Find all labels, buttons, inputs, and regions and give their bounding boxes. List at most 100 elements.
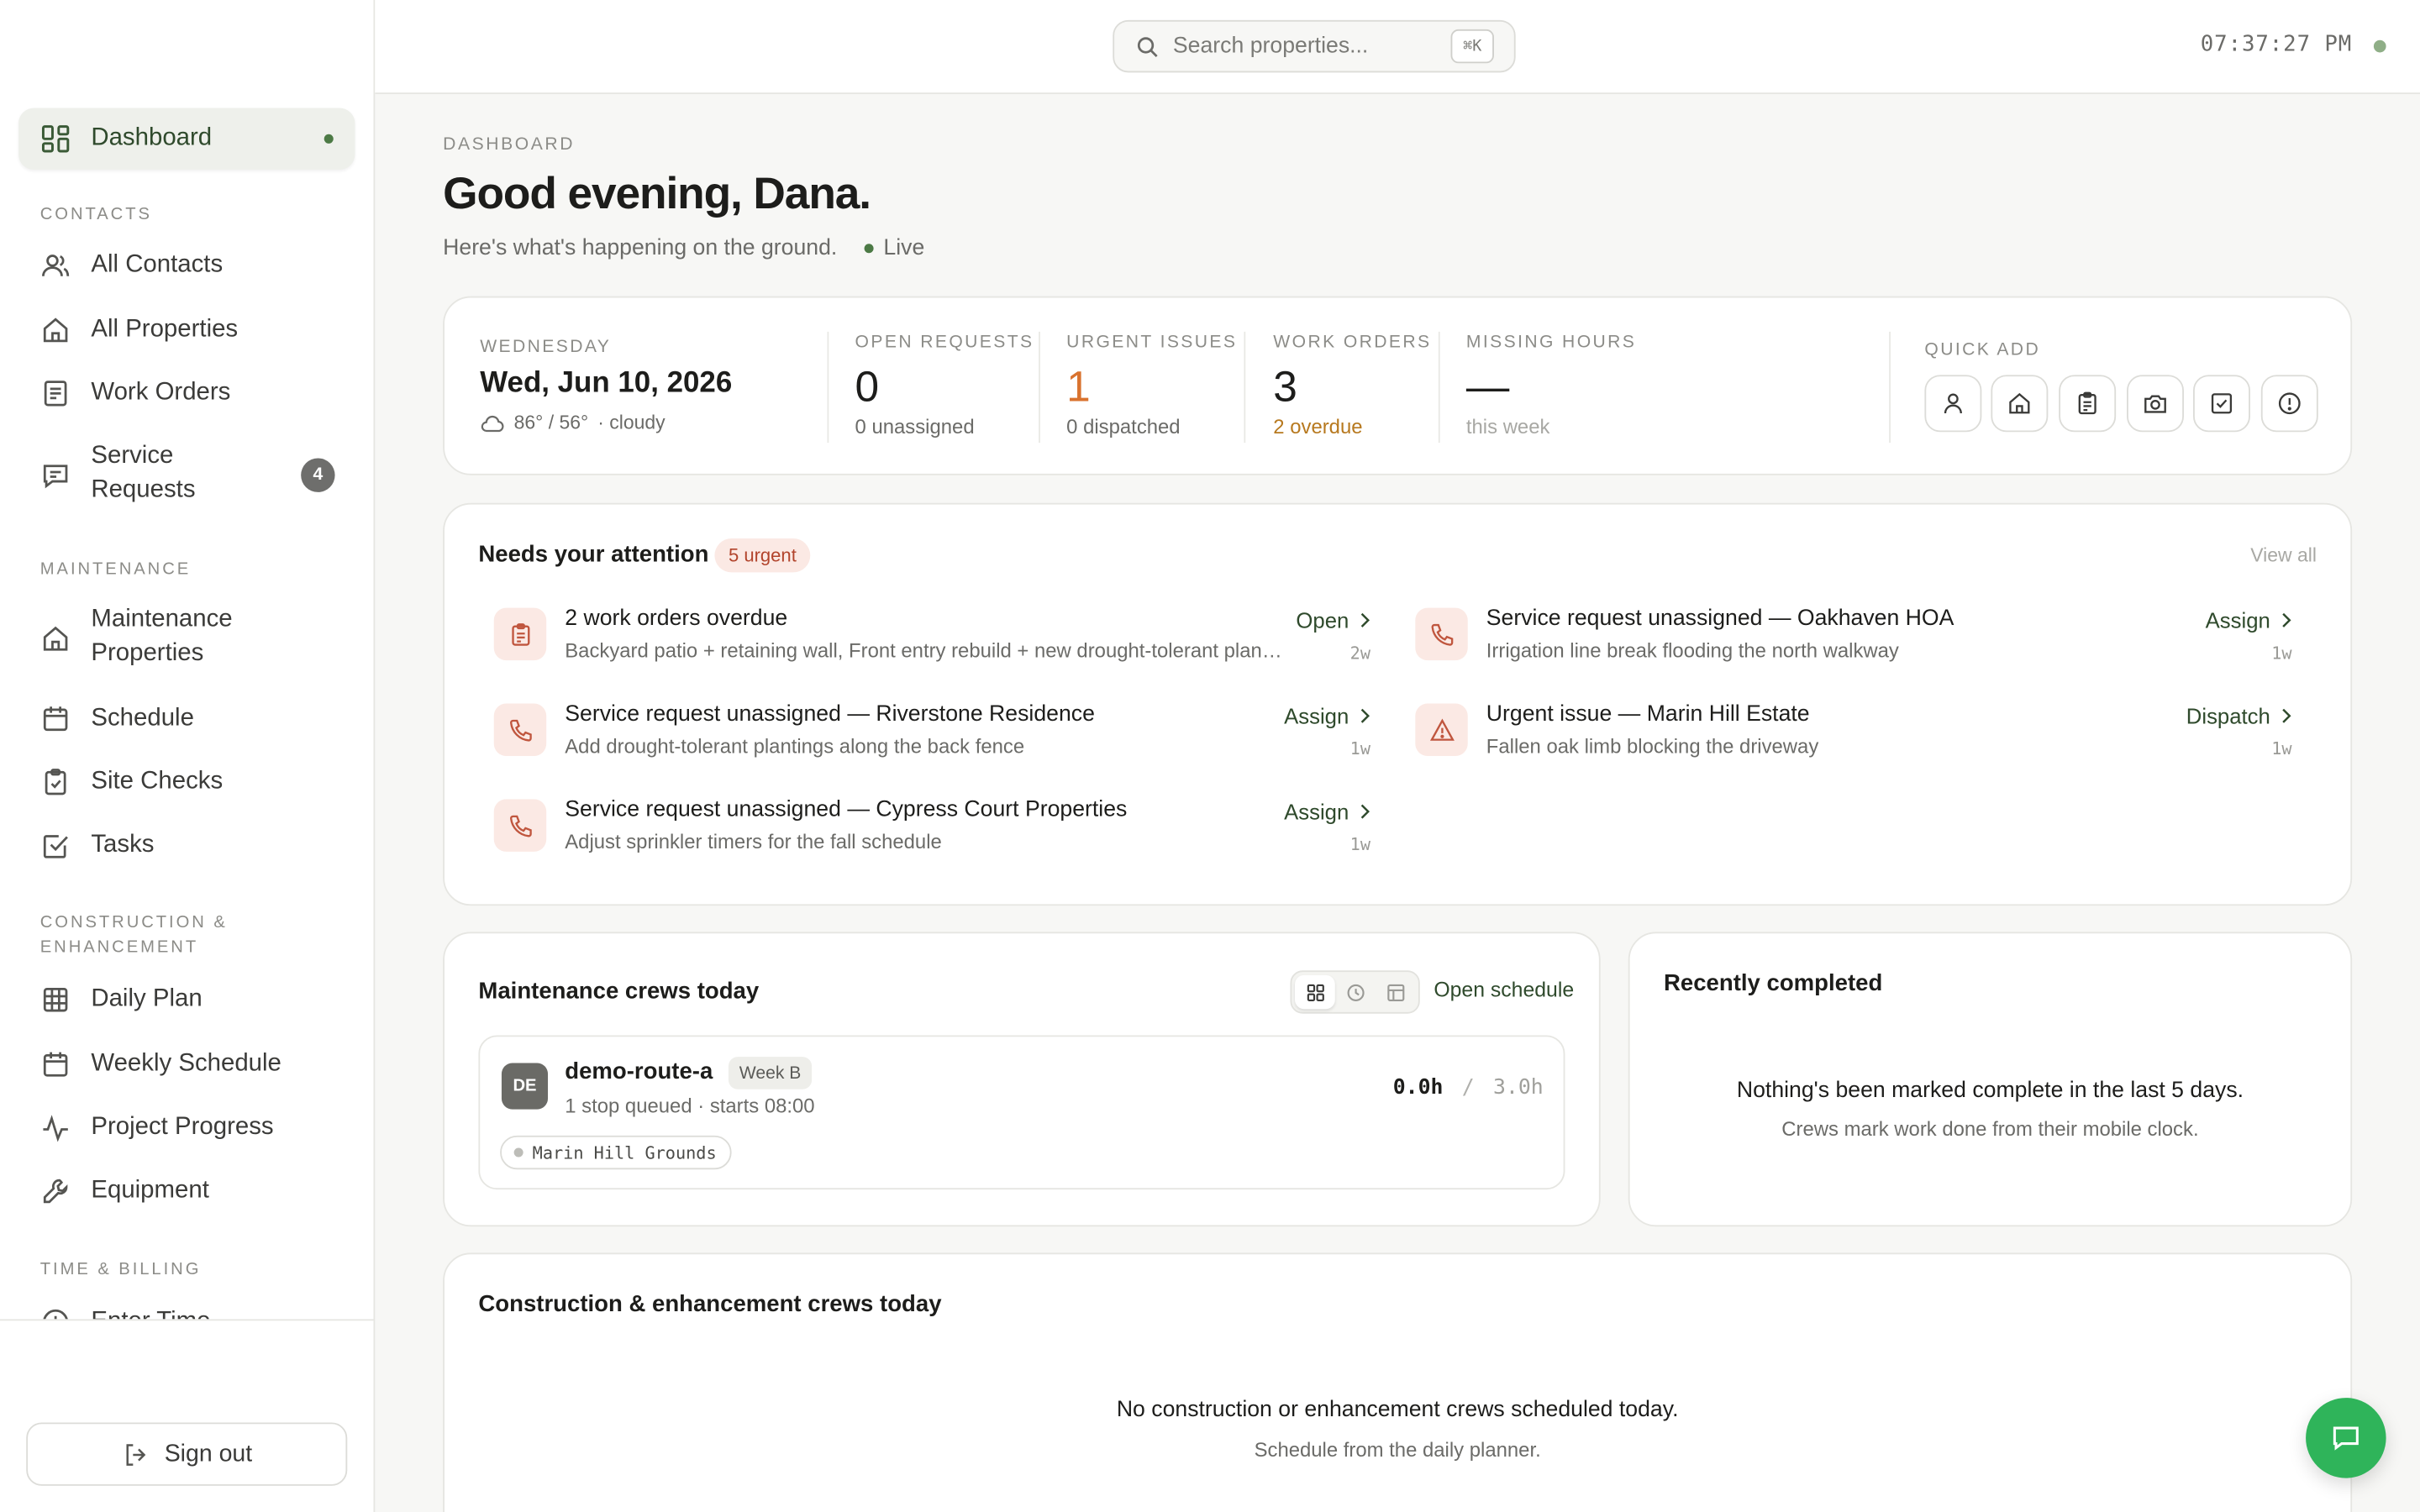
- stop-status-dot: [513, 1147, 523, 1158]
- sidebar-item-label: All Contacts: [91, 251, 224, 278]
- grid-view-button[interactable]: [1295, 974, 1335, 1010]
- attention-item[interactable]: Service request unassigned — Cypress Cou…: [481, 797, 1376, 867]
- current-date: Wed, Jun 10, 2026: [480, 367, 733, 400]
- home-icon: [39, 622, 72, 655]
- maintenance-crews-card: Maintenance crews today Open schedule DE…: [443, 932, 1601, 1227]
- clipboard-icon: [493, 607, 547, 661]
- live-indicator-dot: [865, 244, 875, 254]
- sidebar-item-daily-plan[interactable]: Daily Plan: [18, 969, 355, 1030]
- attention-title: Needs your attention: [478, 541, 709, 568]
- sidebar-item-site-checks[interactable]: Site Checks: [18, 751, 355, 812]
- checkbox-icon: [39, 828, 72, 862]
- sidebar-item-tasks[interactable]: Tasks: [18, 815, 355, 876]
- hours-planned: 3.0h: [1493, 1075, 1544, 1100]
- crew-hours: 0.0h / 3.0h: [1393, 1075, 1544, 1100]
- stat-label: MISSING HOURS: [1465, 333, 1637, 352]
- assign-action-button[interactable]: Assign: [1284, 799, 1370, 824]
- quick-add-task-button[interactable]: [2193, 375, 2250, 433]
- crew-avatar: DE: [501, 1063, 549, 1110]
- attention-item-age: 1w: [2271, 738, 2292, 759]
- search-input[interactable]: Search properties...: [1173, 34, 1368, 58]
- sign-out-button[interactable]: Sign out: [26, 1422, 348, 1486]
- action-label: Assign: [1284, 799, 1349, 824]
- logout-icon: [121, 1441, 149, 1468]
- dispatch-action-button[interactable]: Dispatch: [2186, 704, 2292, 728]
- construction-crews-card: Construction & enhancement crews today N…: [443, 1252, 2353, 1512]
- timeline-view-button[interactable]: [1335, 975, 1376, 1009]
- attention-item-desc: Fallen oak limb blocking the driveway: [1486, 734, 1819, 758]
- sidebar-item-all-contacts[interactable]: All Contacts: [18, 234, 355, 296]
- attention-item-title: Urgent issue — Marin Hill Estate: [1486, 701, 1810, 727]
- keyboard-shortcut-hint: ⌘K: [1450, 29, 1494, 64]
- assign-action-button[interactable]: Assign: [1284, 704, 1370, 728]
- quick-add-issue-button[interactable]: [2260, 375, 2318, 433]
- quick-add-work-order-button[interactable]: [2059, 375, 2117, 433]
- sidebar-item-label: Weekly Schedule: [91, 1050, 281, 1078]
- stat-value: 1: [1066, 362, 1091, 411]
- quick-add-property-button[interactable]: [1991, 375, 2049, 433]
- sidebar-item-schedule[interactable]: Schedule: [18, 688, 355, 749]
- sidebar-item-label: Equipment: [91, 1177, 209, 1204]
- open-action-button[interactable]: Open: [1296, 608, 1370, 633]
- chevron-right-icon: [1358, 708, 1370, 723]
- empty-state-title: No construction or enhancement crews sch…: [1116, 1398, 1679, 1423]
- view-toggle[interactable]: [1290, 970, 1420, 1014]
- attention-item-title: Service request unassigned — Cypress Cou…: [565, 797, 1128, 822]
- section-label-line-2: ENHANCEMENT: [39, 937, 199, 957]
- chat-button[interactable]: [2306, 1398, 2386, 1478]
- divider: [1244, 331, 1246, 444]
- attention-item-title: Service request unassigned — Oakhaven HO…: [1486, 606, 1954, 632]
- action-label: Assign: [1284, 703, 1349, 728]
- sign-out-label: Sign out: [164, 1440, 253, 1467]
- camera-icon: [2142, 391, 2168, 417]
- attention-item[interactable]: Service request unassigned — Oakhaven HO…: [1403, 606, 2298, 676]
- stop-chip[interactable]: Marin Hill Grounds: [500, 1135, 733, 1170]
- stat-sub: 2 overdue: [1273, 415, 1363, 438]
- stat-label: URGENT ISSUES: [1066, 333, 1238, 352]
- stat-value: 3: [1273, 362, 1297, 411]
- attention-item-desc: Add drought-tolerant plantings along the…: [565, 734, 1025, 758]
- sidebar-item-work-orders[interactable]: Work Orders: [18, 363, 355, 424]
- sidebar-item-label: Daily Plan: [91, 985, 203, 1012]
- clock-icon: [39, 1305, 72, 1320]
- connection-status-dot: [2373, 39, 2386, 53]
- wrench-icon: [39, 1174, 72, 1208]
- sidebar-item-maintenance-properties[interactable]: Maintenance Properties: [18, 603, 355, 674]
- crew-summary: 1 stop queued · starts 08:00: [565, 1094, 815, 1117]
- search-icon: [1136, 34, 1160, 58]
- table-view-button[interactable]: [1376, 975, 1416, 1009]
- action-label: Dispatch: [2186, 703, 2270, 728]
- attention-item[interactable]: Urgent issue — Marin Hill Estate Fallen …: [1403, 701, 2298, 772]
- chat-bubble-icon: [2329, 1421, 2363, 1455]
- attention-item[interactable]: 2 work orders overdue Backyard patio + r…: [481, 606, 1376, 676]
- attention-item-title: 2 work orders overdue: [565, 606, 788, 632]
- assign-action-button[interactable]: Assign: [2206, 608, 2292, 633]
- stat-value: —: [1465, 362, 1510, 411]
- stat-sub: 0 unassigned: [855, 415, 975, 438]
- attention-card: Needs your attention 5 urgent View all 2…: [443, 502, 2353, 906]
- attention-item[interactable]: Service request unassigned — Riverstone …: [481, 702, 1376, 772]
- maintenance-crews-title: Maintenance crews today: [478, 978, 760, 1005]
- action-label: Assign: [2205, 607, 2270, 633]
- chevron-right-icon: [1358, 612, 1370, 627]
- sidebar-item-weekly-schedule[interactable]: Weekly Schedule: [18, 1034, 355, 1095]
- open-schedule-link[interactable]: Open schedule: [1434, 978, 1574, 1001]
- sidebar-item-service-requests[interactable]: Service Requests 4: [18, 439, 355, 510]
- crew-card[interactable]: DE demo-route-a Week B 1 stop queued · s…: [478, 1035, 1565, 1190]
- quick-add-photo-button[interactable]: [2127, 375, 2184, 433]
- sidebar-item-label: Enter Time: [91, 1309, 210, 1320]
- view-all-link[interactable]: View all: [2250, 544, 2317, 566]
- sidebar-item-label: Maintenance Properties: [91, 603, 232, 671]
- sidebar-item-all-properties[interactable]: All Properties: [18, 299, 355, 360]
- sidebar-item-label: Service Requests: [91, 439, 195, 507]
- quick-add-contact-button[interactable]: [1924, 375, 1982, 433]
- sidebar-item-project-progress[interactable]: Project Progress: [18, 1097, 355, 1158]
- sidebar-item-dashboard[interactable]: Dashboard: [18, 108, 355, 171]
- divider: [1438, 331, 1440, 444]
- search-box[interactable]: Search properties... ⌘K: [1113, 19, 1516, 73]
- sidebar-item-enter-time[interactable]: Enter Time: [18, 1291, 355, 1320]
- sidebar-item-label: Project Progress: [91, 1114, 274, 1141]
- sidebar-item-equipment[interactable]: Equipment: [18, 1160, 355, 1221]
- sidebar-nav[interactable]: Dashboard CONTACTS All Contacts All Prop…: [0, 0, 373, 1320]
- section-label-time-billing: TIME & BILLING: [39, 1260, 202, 1279]
